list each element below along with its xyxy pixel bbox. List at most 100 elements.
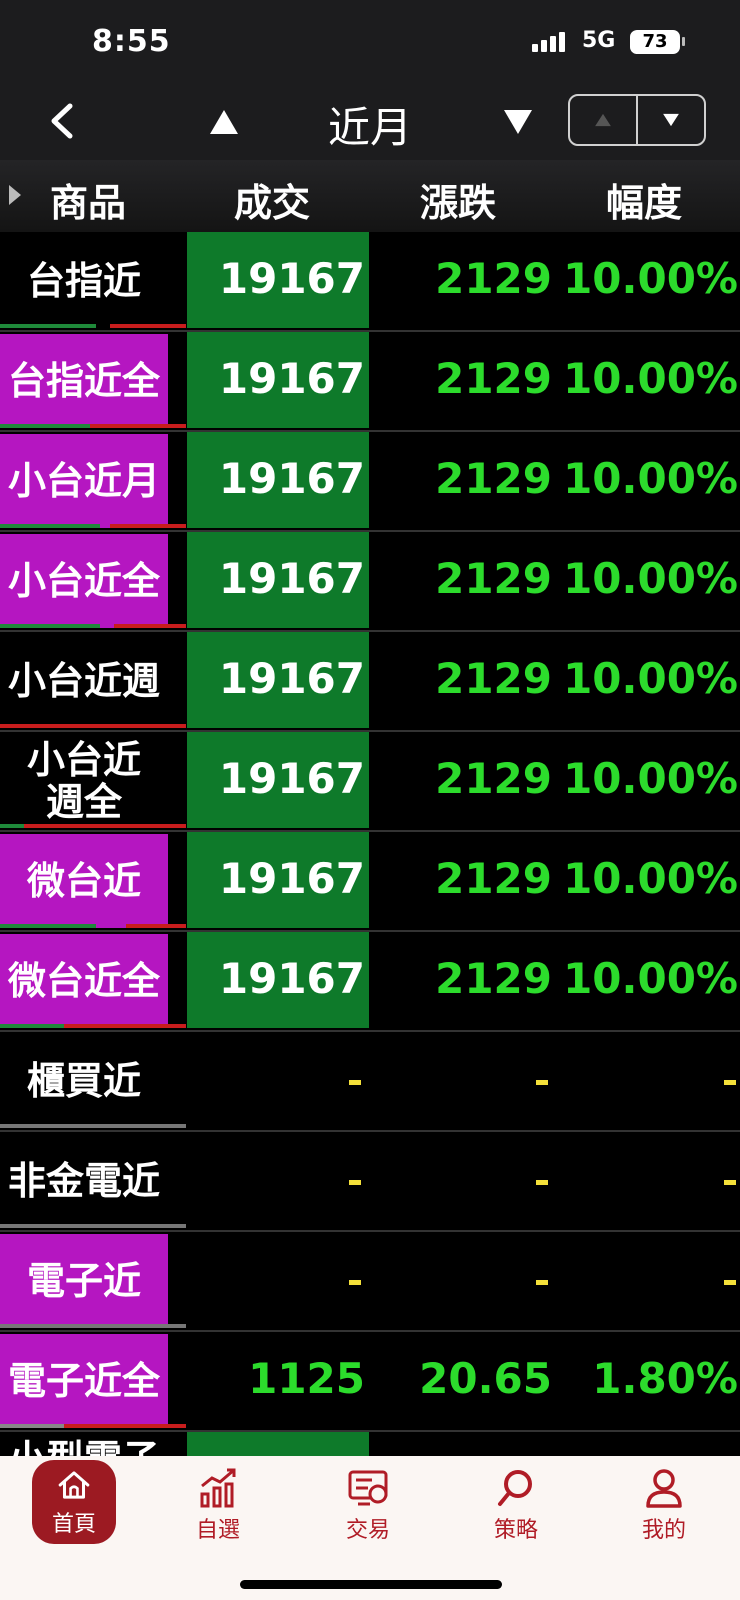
product-name-cell: 微台近 (0, 834, 168, 928)
product-name-cell: 小台近全 (0, 534, 168, 628)
next-contract-button[interactable] (502, 106, 534, 138)
price-change: 2129 (435, 954, 552, 1003)
scroll-up-button[interactable] (570, 96, 638, 144)
table-row[interactable]: 微台近全 19167 2129 10.00% (0, 932, 740, 1032)
tab-label: 首頁 (51, 1512, 96, 1537)
price-cell: - (187, 1032, 369, 1128)
triangle-up-icon (210, 110, 238, 134)
percent-cell: 10.00% (554, 532, 740, 628)
price-change: 2129 (435, 254, 552, 303)
tab-label: 交易 (345, 1518, 390, 1543)
header-price[interactable]: 成交 (234, 172, 310, 227)
range-bar (0, 1124, 186, 1128)
status-bar: 8:55 5G 73 (0, 0, 740, 88)
price-cell: 19167 (187, 932, 369, 1028)
table-row[interactable]: 小台近全 19167 2129 10.00% (0, 532, 740, 632)
price-change: 2129 (435, 454, 552, 503)
tab-strategy[interactable]: 策略 (466, 1466, 566, 1556)
percent-change: 10.00% (563, 954, 738, 1003)
range-bar (0, 524, 186, 528)
range-bar (0, 1024, 186, 1028)
scroll-down-button[interactable] (638, 96, 704, 144)
status-time: 8:55 (92, 24, 171, 59)
header-change[interactable]: 漲跌 (420, 172, 496, 227)
tab-watchlist[interactable]: 自選 (168, 1466, 268, 1556)
product-name-cell: 電子近 (0, 1234, 168, 1328)
range-bar (0, 624, 186, 628)
percent-cell: 10.00% (554, 932, 740, 1028)
quote-list: 台指近 19167 2129 10.00% 台指近全 19167 2129 10… (0, 232, 740, 1456)
percent-cell: - (554, 1032, 740, 1128)
header-percent[interactable]: 幅度 (606, 172, 682, 227)
price-cell (187, 1432, 369, 1456)
home-indicator (240, 1580, 502, 1589)
range-bar (0, 1324, 186, 1328)
last-price: 19167 (218, 354, 365, 403)
price-change: 2129 (435, 354, 552, 403)
price-cell: 19167 (187, 832, 369, 928)
navigation-bar: 近月 (0, 88, 740, 160)
range-bar (0, 1424, 186, 1428)
percent-cell: 10.00% (554, 832, 740, 928)
tab-trade[interactable]: 交易 (318, 1466, 418, 1556)
price-change: 20.65 (419, 1354, 552, 1403)
percent-change: 10.00% (563, 354, 738, 403)
table-row[interactable]: 櫃買近 - - - (0, 1032, 740, 1132)
page-title: 近月 (327, 103, 412, 152)
change-dash: - (536, 1180, 548, 1185)
chevron-left-icon (51, 103, 73, 139)
triangle-up-icon (595, 113, 611, 127)
price-cell: 19167 (187, 732, 369, 828)
last-price: 19167 (218, 254, 365, 303)
price-change: 2129 (435, 754, 552, 803)
change-cell: 2129 (370, 932, 554, 1028)
change-cell: - (370, 1132, 554, 1228)
triangle-right-icon[interactable] (8, 184, 22, 206)
price-cell: - (187, 1132, 369, 1228)
table-row[interactable]: 小型電子 (0, 1432, 740, 1456)
header-product[interactable]: 商品 (50, 172, 126, 227)
change-cell: 2129 (370, 232, 554, 328)
percent-dash: - (724, 1080, 736, 1085)
last-price: 1125 (248, 1354, 365, 1403)
table-row[interactable]: 小台近週 19167 2129 10.00% (0, 632, 740, 732)
product-name-cell: 電子近全 (0, 1334, 168, 1428)
percent-cell: 1.80% (554, 1332, 740, 1428)
table-row[interactable]: 電子近 - - - (0, 1232, 740, 1332)
table-row[interactable]: 微台近 19167 2129 10.00% (0, 832, 740, 932)
price-dash: - (349, 1080, 361, 1085)
triangle-down-icon (663, 113, 679, 127)
back-button[interactable] (44, 98, 84, 144)
table-row[interactable]: 電子近全 1125 20.65 1.80% (0, 1332, 740, 1432)
change-cell: 2129 (370, 632, 554, 728)
percent-cell: 10.00% (554, 232, 740, 328)
change-dash: - (536, 1280, 548, 1285)
price-cell: 19167 (187, 332, 369, 428)
previous-contract-button[interactable] (208, 106, 240, 138)
price-dash: - (349, 1180, 361, 1185)
price-cell: 19167 (187, 632, 369, 728)
table-row[interactable]: 台指近 19167 2129 10.00% (0, 232, 740, 332)
change-dash: - (536, 1080, 548, 1085)
tab-home[interactable]: 首頁 (32, 1460, 116, 1544)
table-row[interactable]: 非金電近 - - - (0, 1132, 740, 1232)
table-row[interactable]: 小台近週全 19167 2129 10.00% (0, 732, 740, 832)
tab-profile[interactable]: 我的 (614, 1466, 714, 1556)
price-cell: - (187, 1232, 369, 1328)
product-name-cell: 微台近全 (0, 934, 168, 1028)
percent-change: 1.80% (592, 1354, 738, 1403)
battery-icon: 73 (630, 30, 680, 54)
percent-change: 10.00% (563, 254, 738, 303)
table-row[interactable]: 台指近全 19167 2129 10.00% (0, 332, 740, 432)
product-name-cell: 小台近週全 (0, 734, 168, 828)
range-bar (0, 424, 186, 428)
table-row[interactable]: 小台近月 19167 2129 10.00% (0, 432, 740, 532)
change-cell: 2129 (370, 532, 554, 628)
range-bar (0, 724, 186, 728)
price-dash: - (349, 1280, 361, 1285)
change-cell: 20.65 (370, 1332, 554, 1428)
product-name-cell: 櫃買近 (0, 1034, 168, 1128)
range-bar (0, 1224, 186, 1228)
product-name-cell: 台指近全 (0, 334, 168, 428)
percent-dash: - (724, 1280, 736, 1285)
